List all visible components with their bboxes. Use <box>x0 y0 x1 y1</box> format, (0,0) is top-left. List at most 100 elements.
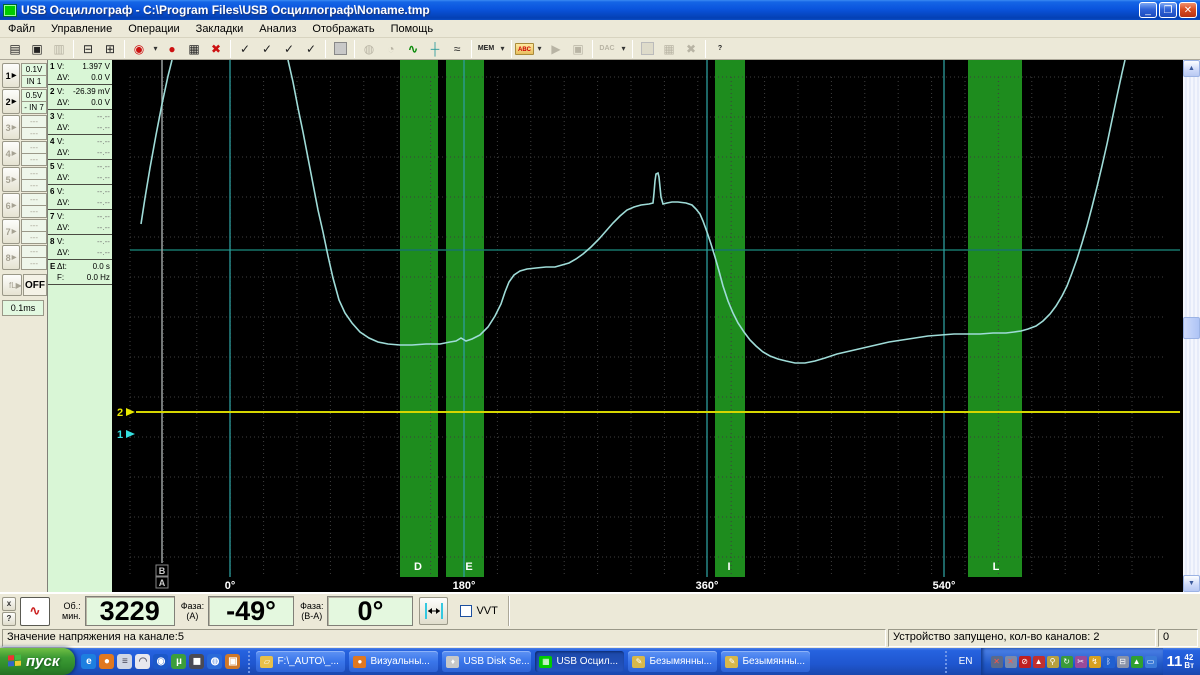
channel-settings-6[interactable]: --- --- <box>21 193 47 218</box>
abc-dropdown-button[interactable]: ▾ <box>535 39 544 58</box>
delete-marks-button[interactable]: ✖ <box>206 39 226 58</box>
network-disabled-icon[interactable]: ✕ <box>990 655 1003 668</box>
close-all-button[interactable]: ✖ <box>681 39 701 58</box>
channel-range-2[interactable]: 0.5V <box>21 89 47 102</box>
channel-range-8[interactable]: --- <box>21 245 47 258</box>
antivirus-shield-icon[interactable]: ▲ <box>1032 655 1045 668</box>
channel-settings-2[interactable]: 0.5V - IN 7 <box>21 89 47 114</box>
language-indicator[interactable]: EN <box>951 656 981 667</box>
task-button-6[interactable]: ✎ Безымянны... <box>721 651 811 672</box>
channel-settings-8[interactable]: --- --- <box>21 245 47 270</box>
archive-box-icon[interactable]: ◼ <box>189 654 205 669</box>
task-button-4[interactable]: ▦ USB Осцил... <box>535 651 625 672</box>
internet-explorer-icon[interactable]: e <box>81 654 97 669</box>
help-button[interactable]: ? <box>710 39 730 58</box>
channel-input-7[interactable]: --- <box>21 232 47 244</box>
check-mode-4-button[interactable]: ✓ <box>301 39 321 58</box>
memory-button[interactable]: MEM <box>476 39 496 58</box>
scope-svg[interactable]: BA 2 1 D E I L 0° 180° 360° 540° <box>112 60 1180 592</box>
globe-button[interactable]: ◍ <box>359 39 379 58</box>
dac-dropdown-button[interactable]: ▾ <box>619 39 628 58</box>
menu-item-3[interactable]: Операции <box>120 21 187 37</box>
firefox-icon[interactable]: ● <box>99 654 115 669</box>
taskbar-clock[interactable]: 11 42 Вт <box>1167 653 1194 670</box>
check-mode-3-button[interactable]: ✓ <box>279 39 299 58</box>
scroll-thumb[interactable] <box>1183 317 1200 339</box>
channel-input-4[interactable]: --- <box>21 154 47 166</box>
channel-range-4[interactable]: --- <box>21 141 47 154</box>
camera-button[interactable]: ◔ <box>381 39 401 58</box>
blank-square-2-button[interactable] <box>637 39 657 58</box>
blank-square-button[interactable] <box>330 39 350 58</box>
markers-button[interactable]: ┼ <box>425 39 445 58</box>
channel-range-1[interactable]: 0.1V <box>21 63 47 76</box>
check-mode-1-button[interactable]: ✓ <box>235 39 255 58</box>
waveform-green-button[interactable]: ∿ <box>403 39 423 58</box>
vvt-checkbox[interactable] <box>460 605 473 617</box>
channel-range-6[interactable]: --- <box>21 193 47 206</box>
channel-settings-1[interactable]: 0.1V IN 1 <box>21 63 47 88</box>
memory-dropdown-button[interactable]: ▾ <box>498 39 507 58</box>
maximize-button[interactable]: ❐ <box>1159 2 1177 18</box>
media-player-icon[interactable]: ◉ <box>153 654 169 669</box>
tachometer-tool-button[interactable]: ∿ <box>20 596 50 626</box>
update-icon[interactable]: ↻ <box>1060 655 1073 668</box>
menu-item-1[interactable]: Файл <box>0 21 43 37</box>
channel-button-5[interactable]: 5 ▶ <box>2 167 20 192</box>
save-file-button[interactable]: ▣ <box>27 39 47 58</box>
wave-button[interactable]: ≈ <box>447 39 467 58</box>
check-mode-2-button[interactable]: ✓ <box>257 39 277 58</box>
keys-icon[interactable]: ⚲ <box>1046 655 1059 668</box>
device-power-button[interactable]: ◉ <box>129 39 149 58</box>
oscilloscope-display[interactable]: B A 2 1 D E I L 0° 180° 360° 540° ▲ ▼ <box>112 60 1200 592</box>
channel-button-6[interactable]: 6 ▶ <box>2 193 20 218</box>
menu-item-6[interactable]: Отображать <box>304 21 382 37</box>
mouse-settings-icon[interactable]: ◠ <box>135 654 151 669</box>
volume-muted-icon[interactable]: ✕ <box>1004 655 1017 668</box>
channel-range-3[interactable]: --- <box>21 115 47 128</box>
task-button-2[interactable]: ● Визуальны... <box>349 651 439 672</box>
channel-button-8[interactable]: 8 ▶ <box>2 245 20 270</box>
grid-settings-button[interactable]: ▦ <box>659 39 679 58</box>
print-button[interactable]: ⊟ <box>78 39 98 58</box>
power-lightning-icon[interactable]: ↯ <box>1088 655 1101 668</box>
menu-item-4[interactable]: Закладки <box>188 21 252 37</box>
channel-settings-3[interactable]: --- --- <box>21 115 47 140</box>
minimize-button[interactable]: _ <box>1139 2 1157 18</box>
menu-item-5[interactable]: Анализ <box>251 21 304 37</box>
channel-range-7[interactable]: --- <box>21 219 47 232</box>
display-icon[interactable]: ▭ <box>1144 655 1157 668</box>
channel-button-7[interactable]: 7 ▶ <box>2 219 20 244</box>
timebase-value[interactable]: 0.1ms <box>2 300 44 316</box>
notepad-icon[interactable]: ≡ <box>117 654 133 669</box>
sync-marker-button[interactable] <box>419 597 449 625</box>
vertical-scrollbar[interactable]: ▲ ▼ <box>1183 60 1200 592</box>
utorrent-icon[interactable]: µ <box>171 654 187 669</box>
scroll-down-button[interactable]: ▼ <box>1183 575 1200 592</box>
dac-button[interactable]: DAC <box>597 39 617 58</box>
printer-icon[interactable]: ⊟ <box>1116 655 1129 668</box>
blocked-icon[interactable]: ⊘ <box>1018 655 1031 668</box>
task-button-5[interactable]: ✎ Безымянны... <box>628 651 718 672</box>
play-button[interactable]: ▶ <box>546 39 566 58</box>
channel-input-1[interactable]: IN 1 <box>21 76 47 88</box>
channel-button-3[interactable]: 3 ▶ <box>2 115 20 140</box>
save-record-button[interactable]: ▣ <box>568 39 588 58</box>
screenshot-button[interactable]: ▦ <box>184 39 204 58</box>
channel-button-4[interactable]: 4 ▶ <box>2 141 20 166</box>
scroll-up-button[interactable]: ▲ <box>1183 60 1200 77</box>
channel-button-2[interactable]: 2 ▶ <box>2 89 20 114</box>
abc-folder-icon[interactable]: ABC <box>515 42 534 55</box>
channel-button-1[interactable]: 1 ▶ <box>2 63 20 88</box>
channel-settings-5[interactable]: --- --- <box>21 167 47 192</box>
clipper-icon[interactable]: ✂ <box>1074 655 1087 668</box>
wmp-globe-icon[interactable]: ◍ <box>207 654 223 669</box>
bluetooth-icon[interactable]: ᛒ <box>1102 655 1115 668</box>
record-button[interactable]: ● <box>162 39 182 58</box>
channel-input-5[interactable]: --- <box>21 180 47 192</box>
panel-close-button[interactable]: x <box>2 596 16 611</box>
channel-settings-7[interactable]: --- --- <box>21 219 47 244</box>
channel-range-5[interactable]: --- <box>21 167 47 180</box>
task-button-3[interactable]: ♦ USB Disk Se... <box>442 651 532 672</box>
start-button[interactable]: пуск <box>0 648 76 675</box>
